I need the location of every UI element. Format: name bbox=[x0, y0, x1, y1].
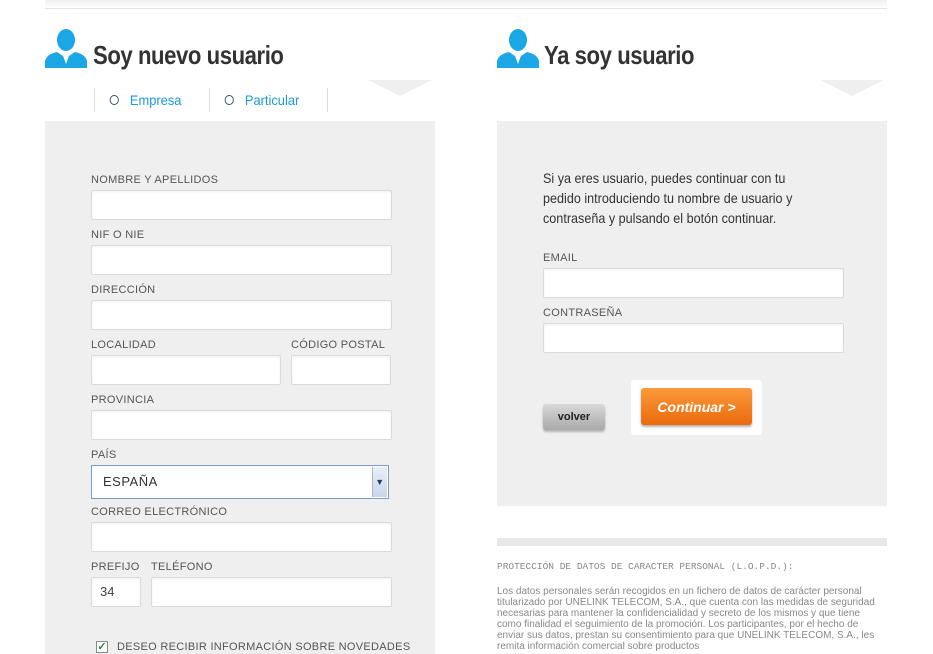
telefono-input[interactable] bbox=[151, 577, 392, 607]
radio-divider bbox=[327, 88, 329, 112]
provincia-input[interactable] bbox=[91, 410, 392, 440]
existing-user-title: Ya soy usuario bbox=[544, 40, 695, 70]
panel-notch bbox=[368, 80, 432, 96]
newsletter-label: DESEO RECIBIR INFORMACIÓN SOBRE NOVEDADE… bbox=[117, 641, 411, 653]
lopd-title: PROTECCIÓN DE DATOS DE CARACTER PERSONAL… bbox=[497, 561, 794, 572]
prefijo-label: PREFIJO bbox=[91, 561, 140, 573]
email-label: EMAIL bbox=[543, 252, 578, 264]
panel-notch bbox=[820, 80, 884, 96]
localidad-label: LOCALIDAD bbox=[91, 339, 157, 351]
top-bar bbox=[45, 0, 887, 9]
existing-user-intro: Si ya eres usuario, puedes continuar con… bbox=[543, 170, 793, 226]
check-icon: ✓ bbox=[97, 641, 107, 653]
provincia-label: PROVINCIA bbox=[91, 394, 155, 406]
radio-circle-icon[interactable] bbox=[109, 95, 119, 105]
email-input[interactable] bbox=[543, 268, 844, 298]
pais-select-value: ESPAÑA bbox=[103, 474, 158, 489]
correo-input[interactable] bbox=[91, 522, 392, 552]
nif-input[interactable] bbox=[91, 245, 392, 275]
nif-label: NIF O NIE bbox=[91, 229, 145, 241]
radio-empresa-label: Empresa bbox=[129, 92, 182, 108]
radio-particular[interactable]: Particular bbox=[209, 88, 318, 112]
lopd-divider bbox=[497, 538, 887, 546]
nombre-input[interactable] bbox=[91, 190, 392, 220]
prefijo-input[interactable]: 34 bbox=[91, 577, 141, 607]
new-user-title: Soy nuevo usuario bbox=[93, 40, 284, 70]
password-input[interactable] bbox=[543, 323, 844, 353]
localidad-input[interactable] bbox=[91, 355, 281, 385]
nombre-label: NOMBRE Y APELLIDOS bbox=[91, 174, 219, 186]
correo-label: CORREO ELECTRÓNICO bbox=[91, 506, 228, 518]
chevron-down-icon[interactable]: ▼ bbox=[372, 467, 387, 497]
pais-select[interactable]: ESPAÑA ▼ bbox=[91, 465, 389, 499]
password-label: CONTRASEÑA bbox=[543, 307, 623, 319]
radio-circle-icon[interactable] bbox=[224, 95, 234, 105]
direccion-input[interactable] bbox=[91, 300, 392, 330]
telefono-label: TELÉFONO bbox=[151, 561, 213, 573]
customer-type-radio-group: Empresa Particular bbox=[94, 88, 329, 112]
continue-button[interactable]: Continuar > bbox=[641, 388, 752, 425]
radio-particular-label: Particular bbox=[244, 92, 300, 108]
lopd-text: Los datos personales serán recogidos en … bbox=[497, 586, 875, 652]
newsletter-checkbox[interactable]: ✓ bbox=[96, 641, 108, 653]
user-icon bbox=[45, 29, 87, 68]
codigo-postal-input[interactable] bbox=[291, 355, 391, 385]
direccion-label: DIRECCIÓN bbox=[91, 284, 156, 296]
continue-button-frame: Continuar > bbox=[631, 380, 762, 435]
pais-label: PAÍS bbox=[91, 449, 117, 461]
back-button[interactable]: volver bbox=[543, 404, 605, 430]
codigo-postal-label: CÓDIGO POSTAL bbox=[291, 339, 386, 351]
radio-empresa[interactable]: Empresa bbox=[94, 88, 200, 112]
user-icon bbox=[497, 29, 539, 68]
